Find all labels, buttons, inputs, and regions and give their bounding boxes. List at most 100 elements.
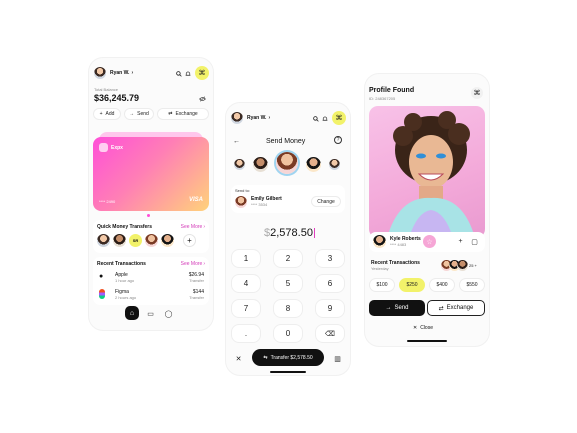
see-more-label: See More (180, 261, 203, 267)
recipient-avatar (235, 196, 247, 208)
amount-chip[interactable]: $550 (459, 278, 485, 292)
contact-avatar[interactable] (145, 234, 158, 247)
contact-avatar[interactable] (161, 234, 174, 247)
amount-chip[interactable]: $400 (429, 278, 455, 292)
favorite-star-icon[interactable]: ☆ (423, 235, 436, 248)
contact-avatar[interactable] (234, 159, 245, 170)
close-icon: ✕ (413, 325, 418, 331)
profile-info-card: Kyle Roberts **** 4483 ☆ + ▢ (369, 232, 485, 252)
contact-avatar[interactable] (457, 260, 468, 271)
wallet-nav-icon[interactable]: ▭ (145, 308, 156, 319)
user-name-menu[interactable]: Ryan W. › (247, 115, 270, 121)
scan-icon[interactable]: ⌘ (471, 87, 483, 99)
add-label: Add (105, 111, 115, 117)
contact-avatar[interactable] (113, 234, 126, 247)
bell-icon[interactable] (182, 68, 193, 79)
keypad-key-6[interactable]: 6 (315, 274, 345, 293)
transfer-icon: ⇆ (263, 354, 268, 361)
send-button[interactable]: → Send (369, 300, 425, 316)
keypad-key-7[interactable]: 7 (231, 299, 261, 318)
keypad-key-0[interactable]: 0 (273, 324, 303, 343)
transaction-type: Transfer (189, 295, 204, 300)
back-arrow-icon[interactable]: ← (231, 136, 242, 147)
copy-icon[interactable]: ▢ (469, 236, 480, 247)
chevron-right-icon: › (131, 70, 134, 76)
exchange-button[interactable]: ⇄ Exchange (427, 300, 485, 316)
transaction-type: Transfer (189, 278, 204, 283)
recent-transactions-section: Recent Transactions See More › ● Apple 1 … (93, 257, 209, 305)
hide-balance-icon[interactable] (197, 93, 208, 104)
transaction-row[interactable]: ● Apple 1 hour ago $26.94 Transfer (93, 270, 209, 285)
keypad-key-1[interactable]: 1 (231, 249, 261, 268)
scan-icon[interactable]: ⌘ (195, 66, 209, 80)
profile-avatar (373, 235, 386, 248)
user-name: Ryan W. (247, 115, 267, 121)
selected-contact-avatar[interactable] (276, 152, 298, 174)
home-nav-icon[interactable]: ⌂ (125, 306, 139, 320)
keypad-key-9[interactable]: 9 (315, 299, 345, 318)
add-contact-button[interactable]: + (183, 234, 196, 247)
user-name-menu[interactable]: Ryan W. › (110, 70, 133, 76)
transaction-row[interactable]: Figma 2 hours ago $144 Transfer (93, 287, 209, 302)
close-button[interactable]: ✕ Close (413, 325, 433, 331)
recent-see-more-link[interactable]: See More › (181, 261, 205, 267)
transfer-label: Transfer $2,578.50 (270, 354, 313, 361)
contact-initials[interactable]: SR (129, 234, 142, 247)
card-network: VISA (188, 197, 203, 203)
carousel-dot-active[interactable] (147, 214, 150, 217)
wallet-home-screen: Ryan W. › ⌘ Total Balance $36,245.79 + Ad… (89, 58, 213, 330)
keypad-key-5[interactable]: 5 (273, 274, 303, 293)
user-name: Ryan W. (110, 70, 130, 76)
amount-value: 2,578.50 (270, 227, 313, 239)
bell-icon[interactable] (319, 113, 330, 124)
keypad-key-4[interactable]: 4 (231, 274, 261, 293)
balance-label: Total Balance (94, 87, 119, 92)
add-button[interactable]: + Add (93, 108, 121, 120)
scan-icon[interactable]: ⌘ (332, 111, 346, 125)
amount-chip[interactable]: $100 (369, 278, 395, 292)
user-avatar[interactable] (231, 112, 243, 124)
close-icon[interactable]: ✕ (233, 353, 244, 364)
keypad-key-dot[interactable]: . (231, 324, 261, 343)
change-button[interactable]: Change (311, 196, 341, 207)
profile-photo-illustration (387, 111, 475, 238)
profile-nav-icon[interactable]: ◯ (163, 308, 174, 319)
contact-avatar[interactable] (253, 157, 268, 172)
see-more-label: See More (180, 224, 203, 230)
profile-id: ID: 248367205 (369, 96, 396, 101)
contact-avatar[interactable] (97, 234, 110, 247)
backspace-icon[interactable]: ⌫ (315, 324, 345, 343)
send-money-screen: Ryan W. › ⌘ ← Send Money ? Send to: Emil… (226, 103, 350, 375)
send-button[interactable]: → Send (124, 108, 154, 120)
send-to-label: Send to: (235, 188, 250, 193)
figma-icon (99, 289, 105, 299)
contact-avatar[interactable] (306, 157, 321, 172)
chevron-right-icon: › (203, 261, 205, 267)
keypad-key-3[interactable]: 3 (315, 249, 345, 268)
send-label: Send (137, 111, 149, 117)
keypad-key-2[interactable]: 2 (273, 249, 303, 268)
payment-card[interactable]: Expx **** 2490 VISA (93, 137, 209, 211)
keypad-key-8[interactable]: 8 (273, 299, 303, 318)
profile-photo (369, 106, 485, 238)
amount-display[interactable]: $ 2,578.50 (264, 227, 315, 239)
contact-avatar[interactable] (329, 159, 340, 170)
transfer-button[interactable]: ⇆ Transfer $2,578.50 (252, 349, 324, 366)
arrow-send-icon: → (385, 305, 392, 311)
exchange-button[interactable]: ⇄ Exchange (157, 108, 209, 120)
help-icon[interactable]: ? (334, 136, 342, 144)
amount-chip-selected[interactable]: $250 (399, 278, 425, 292)
quick-transfers-section: Quick Money Transfers See More › SR + (93, 220, 209, 253)
more-count: 25 + (469, 263, 477, 268)
quick-see-more-link[interactable]: See More › (181, 224, 205, 230)
home-indicator (270, 371, 306, 373)
exchange-icon: ⇄ (168, 111, 173, 117)
trash-icon[interactable]: ▥ (332, 353, 343, 364)
plus-icon: + (99, 111, 103, 117)
page-title: Send Money (266, 138, 306, 145)
add-icon[interactable]: + (455, 236, 466, 247)
profile-found-screen: Profile Found ID: 248367205 ⌘ Kyle Rober… (365, 74, 489, 346)
card-brand: Expx (111, 145, 123, 151)
user-avatar[interactable] (94, 67, 106, 79)
exchange-label: Exchange (175, 111, 198, 117)
